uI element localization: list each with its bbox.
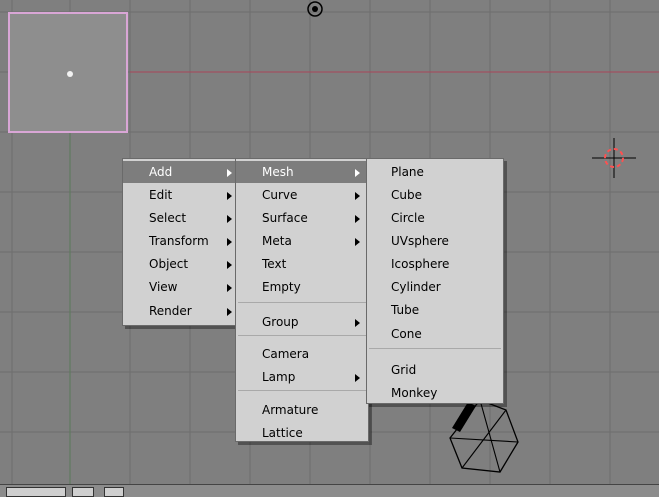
menu-item-camera[interactable]: Camera (236, 343, 368, 365)
menu-item-select[interactable]: Select (123, 207, 239, 229)
menu-separator (238, 335, 366, 336)
menu-item-plane[interactable]: Plane (367, 161, 503, 183)
menu-item-edit[interactable]: Edit (123, 184, 239, 206)
menu-item-view[interactable]: View (123, 276, 239, 298)
menu-item-add[interactable]: Add (123, 161, 239, 183)
menu-separator (238, 390, 366, 391)
menu-item-meta[interactable]: Meta (236, 230, 368, 252)
selected-plane-object[interactable] (8, 12, 128, 133)
menu-item-label: Add (149, 165, 173, 179)
submenu-arrow-icon (355, 238, 360, 246)
3d-cursor-icon (592, 138, 636, 178)
menu-item-lamp[interactable]: Lamp (236, 366, 368, 388)
menu-item-label: Lattice (262, 426, 303, 440)
add-submenu[interactable]: Mesh Curve Surface Meta Text Empty Group Camera… (235, 158, 369, 442)
menu-item-label: Monkey (391, 386, 438, 400)
layer-buttons[interactable] (6, 487, 66, 497)
menu-toggle-button[interactable] (104, 487, 124, 497)
menu-item-object[interactable]: Object (123, 253, 239, 275)
menu-item-cube[interactable]: Cube (367, 184, 503, 206)
menu-item-label: Text (262, 257, 287, 271)
menu-item-cone[interactable]: Cone (367, 323, 503, 345)
menu-item-icosphere[interactable]: Icosphere (367, 253, 503, 275)
menu-item-label: Mesh (262, 165, 294, 179)
object-origin-dot (67, 71, 73, 77)
menu-item-label: Camera (262, 347, 310, 361)
menu-item-cylinder[interactable]: Cylinder (367, 276, 503, 298)
menu-item-label: Cylinder (391, 280, 441, 294)
submenu-arrow-icon (227, 192, 232, 200)
submenu-arrow-icon (355, 169, 360, 177)
menu-item-surface[interactable]: Surface (236, 207, 368, 229)
camera-object-icon[interactable] (440, 398, 524, 478)
submenu-arrow-icon (355, 192, 360, 200)
menu-item-uvsphere[interactable]: UVsphere (367, 230, 503, 252)
menu-item-label: Curve (262, 188, 298, 202)
menu-item-curve[interactable]: Curve (236, 184, 368, 206)
menu-item-label: Select (149, 211, 187, 225)
submenu-arrow-icon (227, 238, 232, 246)
menu-item-label: View (149, 280, 178, 294)
menu-item-text[interactable]: Text (236, 253, 368, 275)
menu-item-lattice[interactable]: Lattice (236, 422, 368, 444)
submenu-arrow-icon (227, 169, 232, 177)
menu-item-label: Grid (391, 363, 417, 377)
menu-item-label: Tube (391, 303, 420, 317)
header-bar (0, 484, 659, 497)
submenu-arrow-icon (227, 215, 232, 223)
menu-item-label: Render (149, 304, 192, 318)
menu-item-armature[interactable]: Armature (236, 399, 368, 421)
object-main-menu[interactable]: Add Edit Select Transform Object View Render (122, 158, 240, 326)
menu-item-label: Object (149, 257, 189, 271)
menu-item-label: UVsphere (391, 234, 449, 248)
3d-viewport[interactable]: Add Edit Select Transform Object View Render M… (0, 0, 659, 484)
lamp-object-icon[interactable] (302, 0, 328, 22)
menu-item-empty[interactable]: Empty (236, 276, 368, 298)
menu-item-label: Edit (149, 188, 173, 202)
submenu-arrow-icon (355, 319, 360, 327)
menu-item-grid[interactable]: Grid (367, 359, 503, 381)
menu-item-monkey[interactable]: Monkey (367, 382, 503, 404)
menu-item-label: Meta (262, 234, 292, 248)
submenu-arrow-icon (355, 374, 360, 382)
submenu-arrow-icon (227, 308, 232, 316)
menu-item-label: Empty (262, 280, 301, 294)
menu-item-label: Lamp (262, 370, 296, 384)
menu-item-label: Group (262, 315, 299, 329)
submenu-arrow-icon (227, 261, 232, 269)
menu-separator (369, 348, 501, 349)
view-mode-button[interactable] (72, 487, 94, 497)
menu-item-mesh[interactable]: Mesh (236, 161, 368, 183)
menu-item-tube[interactable]: Tube (367, 299, 503, 321)
mesh-submenu[interactable]: Plane Cube Circle UVsphere Icosphere Cylinder… (366, 158, 504, 404)
menu-item-circle[interactable]: Circle (367, 207, 503, 229)
submenu-arrow-icon (355, 215, 360, 223)
menu-item-group[interactable]: Group (236, 311, 368, 333)
menu-item-label: Plane (391, 165, 424, 179)
submenu-arrow-icon (227, 284, 232, 292)
menu-item-render[interactable]: Render (123, 300, 239, 322)
menu-item-label: Icosphere (391, 257, 450, 271)
menu-item-label: Armature (262, 403, 319, 417)
menu-separator (238, 302, 366, 303)
menu-item-label: Circle (391, 211, 425, 225)
menu-item-transform[interactable]: Transform (123, 230, 239, 252)
menu-item-label: Surface (262, 211, 308, 225)
menu-item-label: Cube (391, 188, 422, 202)
menu-item-label: Transform (149, 234, 209, 248)
menu-item-label: Cone (391, 327, 422, 341)
